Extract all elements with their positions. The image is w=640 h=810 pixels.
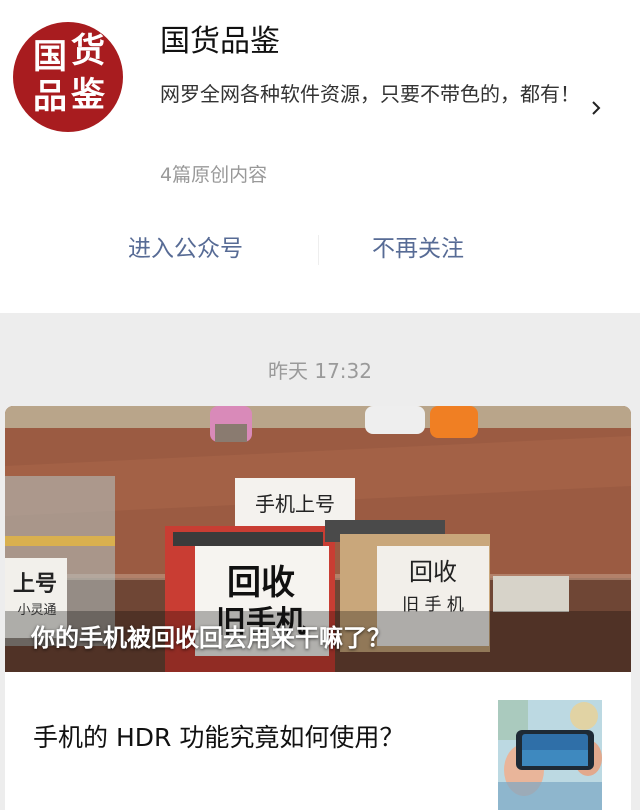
cover-article[interactable]: 手机上号 回收 旧手机 回收 旧 手 机 上号 小灵通 你的手机被回收回去用来干… [5,406,631,672]
unfollow-button[interactable]: 不再关注 [372,232,464,266]
cover-sign-right-1: 回收 [409,558,457,586]
original-content-count: 4篇原创内容 [160,164,268,186]
cover-article-title[interactable]: 你的手机被回收回去用来干嘛了？ [31,620,391,656]
cover-sign-right-2: 旧 手 机 [402,595,464,615]
avatar-glyph: 国 [33,37,67,77]
avatar-glyph: 品 [33,77,67,117]
article-thumbnail[interactable] [498,700,602,810]
cover-sign-left: 上号 [13,572,57,597]
enter-account-button[interactable]: 进入公众号 [128,232,243,266]
avatar[interactable]: 国 货 品 鉴 [13,22,123,132]
account-name[interactable]: 国货品鉴 [160,22,280,62]
article-card: 手机上号 回收 旧手机 回收 旧 手 机 上号 小灵通 你的手机被回收回去用来干… [5,406,631,810]
avatar-glyph: 鉴 [71,75,105,115]
cover-sign-main-1: 回收 [227,563,295,603]
message-timestamp: 昨天 17:32 [268,359,372,383]
article-title[interactable]: 手机的 HDR 功能究竟如何使用？ [33,720,404,756]
account-description[interactable]: 网罗全网各种软件资源，只要不带色的，都有！ [160,79,580,109]
divider [318,235,319,265]
cover-sign-left-small: 小灵通 [17,603,56,618]
chevron-right-icon[interactable] [590,100,602,116]
thumbnail-image [498,700,602,810]
account-profile-card: 国 货 品 鉴 国货品鉴 网罗全网各种软件资源，只要不带色的，都有！ 4篇原创内… [0,0,640,313]
avatar-glyph: 货 [71,31,105,71]
cover-sign-top: 手机上号 [255,492,335,516]
